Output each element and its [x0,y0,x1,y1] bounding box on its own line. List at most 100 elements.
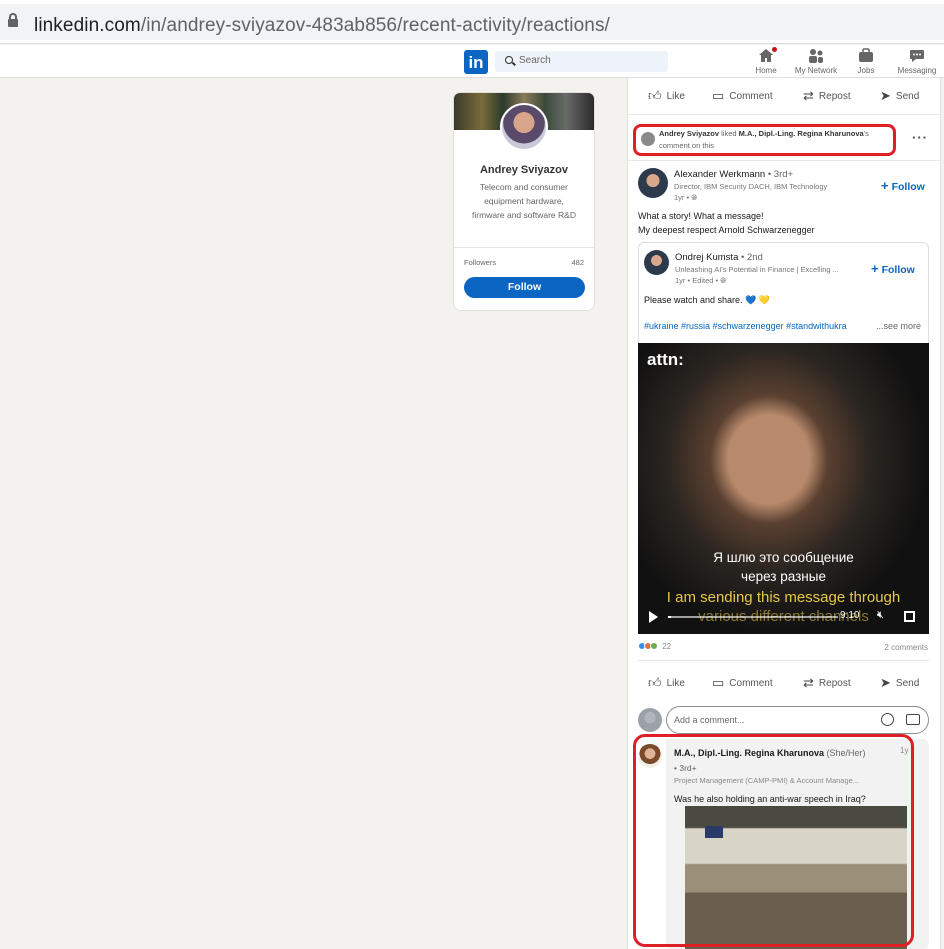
image-icon[interactable] [906,714,920,725]
search-icon [505,56,513,64]
post-time: 1yr • 🌐︎ [674,193,697,203]
nav-jobs-label: Jobs [857,66,875,75]
repost-button-top[interactable]: ⇄ Repost [803,88,851,104]
video-brand-watermark: attn: [647,350,684,369]
video-progress-fill [668,616,672,618]
reaction-summary[interactable]: 22 [638,642,671,651]
video-time: 9:10 [840,610,860,621]
globe-icon: 🌐︎ [720,276,727,285]
url-domain: linkedin.com [34,15,141,36]
linkedin-logo[interactable]: in [464,50,488,74]
nav-messaging[interactable]: Messaging [894,47,940,77]
nav-messaging-label: Messaging [897,66,937,75]
browser-address-bar[interactable]: linkedin.com/in/andrey-sviyazov-483ab856… [0,0,944,44]
play-icon[interactable] [649,611,658,623]
home-icon [757,45,779,65]
follow-profile-button[interactable]: Follow [464,277,585,298]
like-label: Like [666,678,685,689]
lock-icon[interactable] [8,13,18,27]
comment-input[interactable]: Add a comment... [666,706,929,734]
send-button[interactable]: ➤ Send [880,675,919,691]
post-author-avatar[interactable] [638,168,668,198]
shared-author-headline: Unleashing AI's Potential in Finance | E… [675,265,839,274]
shared-text: Please watch and share. 💙 💛 [644,295,770,305]
profile-card: Andrey Sviyazov Telecom and consumer equ… [453,92,595,311]
repost-icon: ⇄ [803,675,814,690]
profile-headline: Telecom and consumer equipment hardware,… [472,182,576,220]
follow-shared-author-button[interactable]: + Follow [871,261,915,276]
shared-time: 1yr • Edited • 🌐︎ [675,276,726,286]
comment-icon: ▭ [712,675,725,690]
shared-hashtags[interactable]: #ukraine #russia #schwarzenegger #standw… [644,321,847,331]
search-input[interactable]: Search [495,51,668,72]
video-player[interactable]: attn: Я шлю это сообщение через разные I… [638,343,929,634]
shared-author-name: Ondrej Kumsta [675,252,739,263]
follow-label: Follow [881,264,915,276]
video-subtitle-en-1: I am sending this message through [666,589,901,606]
comment-button-top[interactable]: ▭ Comment [712,88,773,104]
nav-home[interactable]: Home [754,45,779,77]
comments-count[interactable]: 2 comments [884,643,928,652]
profile-avatar[interactable] [500,103,548,151]
post-author-degree: • 3rd+ [767,169,794,180]
activity-feed: 👍︎ Like ▭ Comment ⇄ Repost ➤ Send Andrey Svi… [627,78,941,949]
messaging-icon [908,47,926,65]
repost-label: Repost [818,91,851,102]
jobs-icon [857,47,875,65]
divider [628,160,940,161]
emoji-icon[interactable] [881,713,894,726]
repost-label: Repost [818,678,851,689]
linkedin-top-nav: in Search Home My Network Jobs Messaging [0,45,944,78]
globe-icon: 🌐︎ [691,193,698,202]
followers-label: Followers [464,258,497,267]
reaction-count: 22 [662,642,672,651]
divider [638,660,929,661]
post-time-text: 1yr • [674,193,690,202]
post-author[interactable]: Alexander Werkmann • 3rd+ [674,169,793,180]
shared-time-text: 1yr • Edited • [675,276,719,285]
nav-my-network[interactable]: My Network [792,47,840,77]
like-icon: 👍︎ [648,88,662,103]
follow-label: Follow [891,181,925,193]
like-button-top[interactable]: 👍︎ Like [648,88,685,104]
action-bar-top: 👍︎ Like ▭ Comment ⇄ Repost ➤ Send [628,80,940,110]
video-progress-bar[interactable] [668,616,838,618]
nav-jobs[interactable]: Jobs [855,47,877,77]
highlight-box-activity [633,124,896,156]
nav-my-network-label: My Network [794,66,838,75]
more-options-icon[interactable]: ··· [912,130,928,145]
mute-icon[interactable]: 🔇︎ [877,609,884,622]
followers-count: 482 [571,258,584,267]
celebrate-reaction-icon [650,642,658,650]
like-label: Like [666,91,685,102]
send-icon: ➤ [880,88,891,103]
comment-label: Comment [729,678,773,689]
like-button[interactable]: 👍︎ Like [648,675,685,691]
send-icon: ➤ [880,675,891,690]
url-text[interactable]: linkedin.com/in/andrey-sviyazov-483ab856… [34,15,610,37]
shared-author[interactable]: Ondrej Kumsta • 2nd [675,252,763,263]
post-author-name: Alexander Werkmann [674,169,766,180]
address-field[interactable]: linkedin.com/in/andrey-sviyazov-483ab856… [0,4,944,40]
fullscreen-icon[interactable] [904,611,915,622]
plus-icon: + [881,178,889,193]
see-more-link[interactable]: ...see more [876,321,921,331]
repost-button[interactable]: ⇄ Repost [803,675,851,691]
post-text-line2: My deepest respect Arnold Schwarzenegger [638,225,815,235]
profile-name[interactable]: Andrey Sviyazov [454,164,594,176]
video-subtitle-ru-2: через разные [741,569,826,584]
viewer-avatar [638,708,662,732]
divider [628,114,940,115]
repost-icon: ⇄ [803,88,814,103]
send-label: Send [895,91,920,102]
post-text: What a story! What a message! My deepest… [638,209,815,237]
comment-button[interactable]: ▭ Comment [712,675,773,691]
follow-author-button[interactable]: + Follow [881,178,925,193]
shared-author-avatar[interactable] [644,250,669,275]
send-button-top[interactable]: ➤ Send [880,88,919,104]
notification-dot [770,45,779,54]
comment-icon: ▭ [712,88,725,103]
comment-label: Comment [729,91,773,102]
network-icon [807,47,825,65]
action-bar: 👍︎ Like ▭ Comment ⇄ Repost ➤ Send [628,667,940,697]
